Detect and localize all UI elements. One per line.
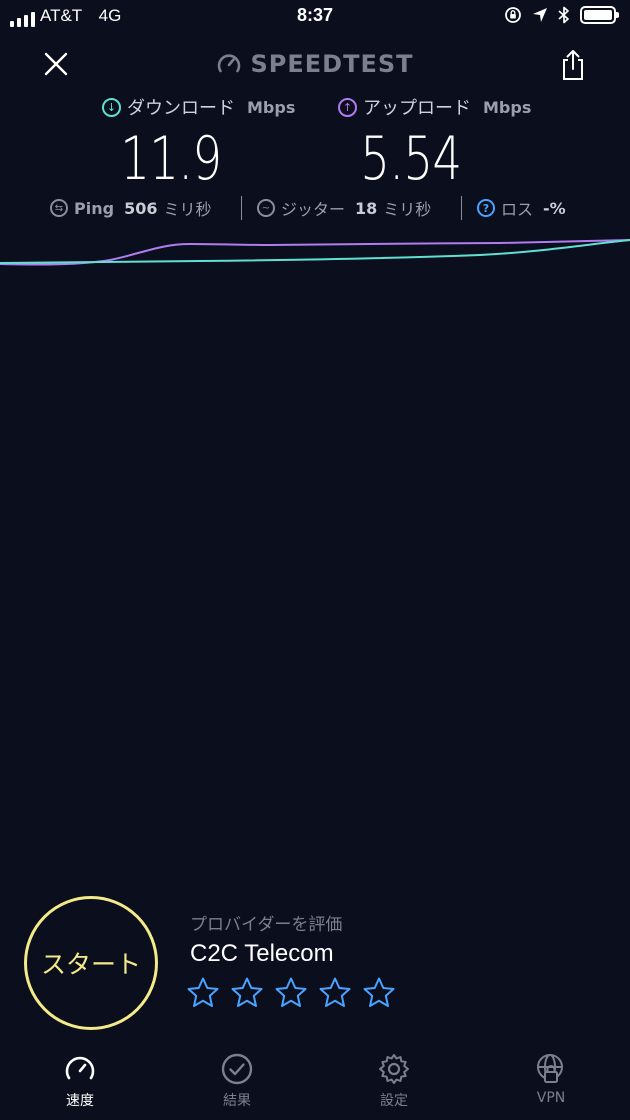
brand-logo: SPEEDTEST — [0, 50, 630, 78]
share-icon[interactable] — [556, 48, 590, 82]
loss-label: ロス — [501, 200, 534, 219]
upload-label: アップロード — [363, 98, 471, 119]
upload-header: ↑ アップロード Mbps — [338, 94, 531, 120]
tab-bar: 速度 結果 設定 VPN — [0, 1052, 630, 1120]
ping-label: Ping — [74, 198, 115, 218]
battery-icon — [580, 6, 619, 24]
speedtest-logo-icon — [218, 54, 241, 73]
tab-label: VPN — [536, 1090, 566, 1106]
help-icon[interactable]: ? — [477, 199, 495, 217]
brand-name: SPEEDTEST — [250, 50, 414, 78]
provider-name: C2C Telecom — [190, 940, 334, 967]
rate-provider-label: プロバイダーを評価 — [190, 915, 343, 935]
jitter-stat: ~ ジッター 18 ミリ秒 — [257, 196, 431, 220]
star-icon[interactable] — [230, 976, 264, 1010]
download-graph-line — [0, 239, 630, 264]
speedometer-icon — [65, 1056, 95, 1080]
tab-label: 設定 — [380, 1093, 408, 1109]
checkmark-circle-icon — [221, 1053, 253, 1085]
status-bar: AT&T 4G 8:37 — [0, 0, 630, 34]
ping-icon: ⇆ — [50, 199, 68, 217]
bluetooth-icon — [558, 6, 569, 24]
upload-unit: Mbps — [483, 97, 532, 117]
download-arrow-icon: ↓ — [102, 97, 121, 117]
upload-arrow-icon: ↑ — [338, 97, 357, 117]
tab-vpn[interactable]: VPN — [501, 1052, 601, 1106]
gear-icon — [379, 1054, 409, 1084]
stats-row: ⇆ Ping 506 ミリ秒 ~ ジッター 18 ミリ秒 ? ロス -% — [0, 196, 630, 222]
download-label: ダウンロード — [127, 98, 235, 119]
location-arrow-icon — [533, 8, 547, 22]
rating-stars — [186, 976, 396, 1010]
download-header: ↓ ダウンロード Mbps — [102, 94, 295, 120]
divider — [461, 196, 462, 220]
tab-results[interactable]: 結果 — [187, 1052, 287, 1110]
jitter-label: ジッター — [281, 200, 346, 219]
speed-graph — [0, 239, 630, 266]
upload-value: 5.54 — [360, 124, 462, 194]
star-icon[interactable] — [186, 976, 220, 1010]
loss-stat[interactable]: ? ロス -% — [477, 196, 566, 220]
loss-value: -% — [543, 198, 566, 218]
ping-value: 506 — [124, 198, 158, 218]
jitter-icon: ~ — [257, 199, 275, 217]
start-button[interactable]: スタート — [24, 896, 158, 1030]
tab-label: 速度 — [66, 1093, 94, 1109]
jitter-unit: ミリ秒 — [383, 200, 432, 219]
tab-label: 結果 — [223, 1093, 251, 1109]
globe-lock-icon — [537, 1054, 563, 1083]
star-icon[interactable] — [274, 976, 308, 1010]
ping-stat: ⇆ Ping 506 ミリ秒 — [50, 196, 211, 220]
status-icons — [504, 6, 619, 24]
download-value: 11.9 — [120, 124, 222, 194]
tab-speed[interactable]: 速度 — [30, 1052, 130, 1110]
star-icon[interactable] — [362, 976, 396, 1010]
jitter-value: 18 — [355, 198, 378, 218]
download-unit: Mbps — [247, 97, 296, 117]
ping-unit: ミリ秒 — [163, 200, 212, 219]
upload-graph-line — [0, 239, 630, 266]
divider — [241, 196, 242, 220]
star-icon[interactable] — [318, 976, 352, 1010]
tab-settings[interactable]: 設定 — [344, 1052, 444, 1110]
orientation-lock-icon — [505, 7, 521, 23]
